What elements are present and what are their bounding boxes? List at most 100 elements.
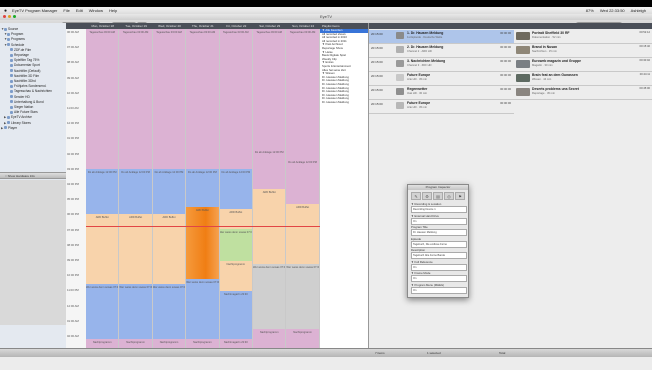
sidebar-bottom-bar[interactable]: ○ Show Hardware Info: [0, 172, 66, 179]
inspector-field[interactable]: Recording Device 1: [411, 206, 467, 213]
program-thumbnail: [396, 88, 404, 95]
schedule-calendar[interactable]: Mon, October 18 Tue, October 19 Wed, Octob…: [66, 23, 320, 348]
inspector-field[interactable]: On: [411, 263, 467, 271]
menu-app[interactable]: EyeTV Program Manager: [12, 8, 57, 13]
user-menu[interactable]: Ashleigh: [631, 8, 646, 13]
zoom-icon[interactable]: [13, 15, 16, 18]
calendar-event[interactable]: Tagesschau 03:00 AM: [86, 29, 119, 169]
calendar-event[interactable]: Do ab Anklage 12:00 PM: [286, 159, 319, 204]
program-thumbnail: [396, 60, 404, 67]
event-label: Wer weiss denn sowas 07:00 PM: [286, 266, 319, 269]
program-row[interactable]: 20:15:00 Regenwetter 3sat HD · 30 min 00:00…: [369, 86, 514, 100]
clock[interactable]: Wed 22:33:50: [600, 8, 625, 13]
menu-window[interactable]: Window: [89, 8, 103, 13]
program-info: 1st Episode · Deutsche Welle: [407, 36, 443, 39]
program-title: Future Europe: [407, 101, 431, 105]
calendar-event[interactable]: ARD Buffet: [119, 214, 152, 284]
recording-row[interactable]: Deserts problems uns Secret Reportage · 4…: [514, 86, 652, 100]
event-label: ARD Buffet: [95, 216, 109, 219]
calendar-event[interactable]: Tagesschau 03:00 AM: [186, 29, 219, 169]
calendar-event[interactable]: ARD Buffet: [152, 214, 186, 284]
calendar-event[interactable]: ARD Buffet: [186, 207, 219, 279]
calendar-event[interactable]: Wer weiss denn sowas 07:00 PM: [186, 279, 219, 339]
calendar-event[interactable]: Wer weiss denn sowas 07:00 PM: [86, 284, 119, 339]
calendar-event[interactable]: Nachtprogramm: [253, 329, 286, 348]
inspector-field[interactable]: Dr. Hausen Meldung: [411, 229, 467, 236]
program-time: 20:15:00: [371, 88, 383, 92]
day-column[interactable]: Tagesschau 03:00 AM Do ab Anklage 12:00 P…: [219, 29, 253, 348]
calendar-event[interactable]: Tagesschau 03:00 AM: [152, 29, 186, 169]
inspector-tab-icon[interactable]: ⚑: [455, 192, 465, 200]
calendar-event[interactable]: Do ab Anklage 12:00 PM: [86, 169, 119, 214]
event-label: Wer weiss denn sowas 07:00 PM: [86, 286, 119, 289]
day-column[interactable]: Tagesschau 03:00 AM Do ab Anklage 12:00 P…: [119, 29, 153, 348]
recording-row[interactable]: Brain feat an dem Gunassen Wissen · 44 mi…: [514, 72, 652, 86]
calendar-event[interactable]: Wer weiss denn sowas 07:00 PM: [219, 229, 252, 261]
folder-icon: [10, 48, 13, 52]
event-label: ARD Buffet: [195, 209, 209, 212]
calendar-event[interactable]: Tagesschau 03:00 AM: [253, 29, 286, 149]
calendar-event[interactable]: Wer weiss denn sowas 07:00 PM: [152, 284, 186, 339]
program-row[interactable]: 20:15:00 2. Dr. Hausen Meldung Channel 2 ·…: [369, 44, 514, 58]
day-column[interactable]: Tagesschau 03:00 AM Do ab Anklage 12:00 P…: [186, 29, 220, 348]
calendar-event[interactable]: Tagesschau 03:00 AM: [119, 29, 152, 169]
calendar-event[interactable]: Nachtprogramm: [219, 261, 252, 291]
inspector-tab-icon[interactable]: ◎: [444, 192, 454, 200]
day-column[interactable]: Tagesschau 03:00 AM Do ab Anklage 12:00 P…: [286, 29, 320, 348]
program-row[interactable]: 20:15:00 Future Europe Arte HD · 45 min 00:…: [369, 72, 514, 86]
calendar-event[interactable]: Wer weiss denn sowas 07:00 PM: [119, 284, 152, 339]
inspector-field[interactable]: Tagebuch, Die endlose Ferne: [411, 240, 467, 248]
event-label: Wer weiss denn sowas 07:00 PM: [119, 286, 152, 289]
calendar-event[interactable]: Do ab Anklage 12:00 PM: [219, 169, 252, 209]
calendar-event[interactable]: Do ab Anklage 12:00 PM: [152, 169, 186, 214]
calendar-event[interactable]: ARD Buffet: [86, 214, 119, 284]
calendar-event[interactable]: Nachtprogramm: [119, 339, 152, 348]
program-row[interactable]: 20:15:00 1. Dr. Hausen Meldung 1st Episode…: [369, 30, 514, 44]
inspector-field[interactable]: Tagebuch Alte Ferne Bande: [411, 252, 467, 259]
sidebar-item-label: Nachtfilm (Default): [14, 68, 41, 73]
playlist-item[interactable]: Dr. Haussen Meldung: [320, 100, 368, 105]
inspector-field[interactable]: On: [411, 275, 467, 282]
program-row[interactable]: 20:15:00 Future Europe Arte HD · 45 min 00:…: [369, 100, 514, 114]
program-info: Arte HD · 45 min: [407, 106, 428, 109]
calendar-event[interactable]: Nachtprogramm: [186, 339, 219, 348]
sidebar-item-label: Library Stores: [11, 120, 31, 125]
day-column[interactable]: Tagesschau 03:00 AM Do ab Anklage 12:00 P…: [86, 29, 120, 348]
calendar-event[interactable]: Tagesschau 03:00 AM: [286, 29, 319, 159]
recording-row[interactable]: Euroweb magazin und Gruppe Magazin · 30 m…: [514, 58, 652, 72]
minimize-icon[interactable]: [8, 15, 11, 18]
inspector-field[interactable]: On: [411, 217, 467, 225]
calendar-event[interactable]: Wer weiss denn sowas 07:00 PM: [286, 264, 319, 329]
recording-row[interactable]: Brand in Nusan Nachrichten · 15 min 00:15:…: [514, 44, 652, 58]
calendar-event[interactable]: Nachtprogramm: [286, 329, 319, 348]
calendar-event[interactable]: ARD Buffet: [286, 204, 319, 264]
inspector-tab-icon[interactable]: ✎: [411, 192, 421, 200]
recording-title: Brain feat an dem Gunassen: [532, 73, 578, 77]
folder-icon: [7, 43, 10, 47]
calendar-event[interactable]: Nachtmagazin 23:30: [219, 291, 252, 339]
menu-edit[interactable]: Edit: [76, 8, 83, 13]
menu-help[interactable]: Help: [109, 8, 117, 13]
recording-thumbnail: [516, 60, 530, 68]
apple-menu-icon[interactable]: ●: [4, 8, 7, 14]
sidebar-item[interactable]: ▶ Player: [0, 126, 67, 131]
day-column[interactable]: Tagesschau 03:00 AM Do ab Anklage 12:00 P…: [253, 29, 287, 348]
recording-duration: 00:30:02: [639, 59, 650, 62]
calendar-event[interactable]: Do ab Anklage 12:00 PM: [253, 149, 286, 189]
inspector-tab-icon[interactable]: ▤: [433, 192, 443, 200]
calendar-event[interactable]: Do ab Anklage 12:00 PM: [119, 169, 152, 214]
calendar-event[interactable]: Nachtmagazin 23:30: [219, 339, 252, 348]
day-column[interactable]: Tagesschau 03:00 AM Do ab Anklage 12:00 P…: [152, 29, 187, 348]
calendar-event[interactable]: Tagesschau 03:00 AM: [219, 29, 252, 169]
menu-file[interactable]: File: [63, 8, 69, 13]
calendar-event[interactable]: Wer weiss denn sowas 07:00 PM: [253, 264, 286, 329]
inspector-tab-icon[interactable]: ⚙: [422, 192, 432, 200]
battery-status[interactable]: 87%: [586, 8, 594, 13]
calendar-event[interactable]: Do ab Anklage 12:00 PM: [186, 169, 219, 207]
inspector-field[interactable]: On: [411, 286, 467, 294]
calendar-event[interactable]: Nachtprogramm: [86, 339, 119, 348]
program-row[interactable]: 20:15:00 3. Nachrichten Meldung Channel 3 …: [369, 58, 514, 72]
calendar-event[interactable]: Nachtprogramm: [152, 339, 186, 348]
close-icon[interactable]: [3, 15, 6, 18]
recording-row[interactable]: Portrait Sheffield 30 RF Dokumentation · …: [514, 30, 652, 44]
